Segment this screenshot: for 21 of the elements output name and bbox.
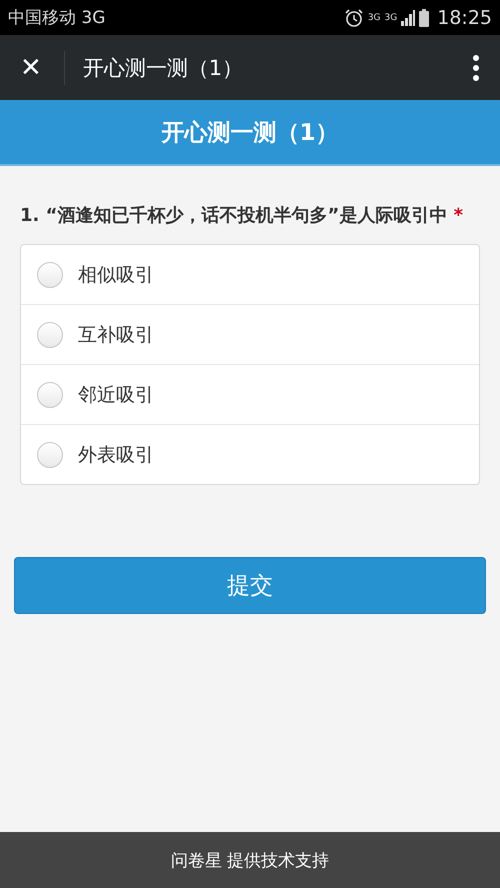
network-label: 3G [368,12,381,22]
close-button[interactable]: ✕ [20,52,42,82]
option-row[interactable]: 互补吸引 [21,304,479,364]
carrier-name: 中国移动 3G [8,7,106,29]
footer-credit: 问卷星 提供技术支持 [0,832,500,888]
alarm-icon [344,8,364,28]
network-label: 3G [384,12,398,22]
question-text: 1. “酒逢知已千杯少，话不投机半句多”是人际吸引中 * [20,204,464,228]
option-row[interactable]: 相似吸引 [21,245,479,304]
radio-button[interactable] [37,262,63,288]
clock-time: 18:25 [437,6,492,28]
option-row[interactable]: 外表吸引 [21,424,479,484]
more-icon[interactable] [472,54,480,82]
radio-button[interactable] [37,382,63,408]
option-row[interactable]: 邻近吸引 [21,364,479,424]
page-title: 开心测一测（1） [82,54,244,82]
survey-header: 开心测一测（1） [0,100,500,166]
radio-button[interactable] [37,322,63,348]
battery-icon [419,8,430,26]
signal-icon [401,10,416,26]
radio-button[interactable] [37,442,63,468]
